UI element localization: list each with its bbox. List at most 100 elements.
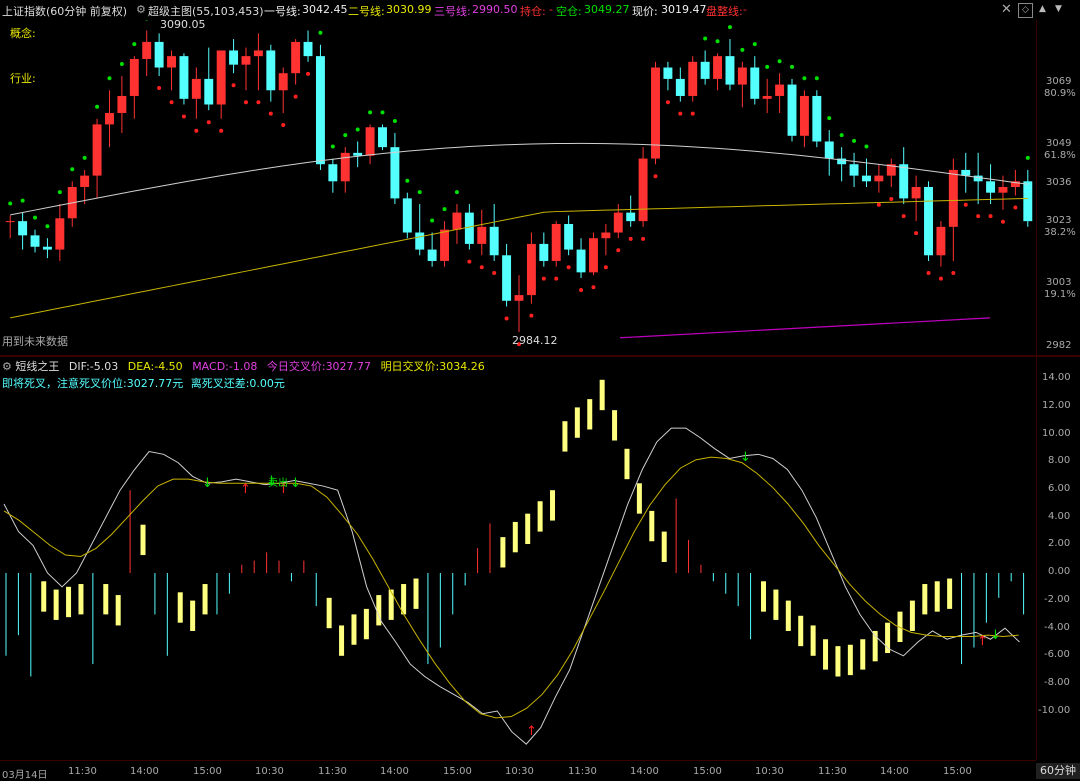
y-price-2982: 2982 bbox=[1046, 340, 1072, 351]
macd-bar bbox=[78, 584, 84, 615]
macd-bar bbox=[525, 513, 531, 545]
time-label: 11:30 bbox=[68, 766, 97, 777]
macd-bar bbox=[823, 639, 829, 670]
candle-body bbox=[1023, 181, 1033, 222]
sar-dot bbox=[554, 276, 559, 281]
macd-bar bbox=[649, 510, 655, 542]
candle-body bbox=[440, 229, 450, 261]
sar-dot bbox=[678, 111, 683, 116]
macd-bar bbox=[760, 581, 766, 612]
candlestick-chart[interactable] bbox=[0, 20, 1036, 355]
sar-dot bbox=[169, 100, 174, 105]
time-label: 15:00 bbox=[193, 766, 222, 777]
golden-cross-arrow-icon: ↑ bbox=[526, 724, 537, 739]
macd-chart[interactable]: ↓ ↑↓↑ ↓↑↓↑ ↓ bbox=[0, 357, 1036, 760]
candle-body bbox=[464, 212, 474, 244]
candle-body bbox=[390, 147, 400, 199]
sar-dot bbox=[529, 313, 534, 318]
macd-bar bbox=[41, 581, 47, 612]
sar-dot bbox=[70, 167, 75, 172]
macd-bar bbox=[339, 625, 345, 656]
y-pct-19: 19.1% bbox=[1044, 289, 1076, 300]
line1-value: 3042.45 bbox=[302, 3, 348, 16]
macd-bar bbox=[835, 646, 841, 677]
candle-body bbox=[787, 84, 797, 136]
candle-body bbox=[415, 232, 425, 250]
sar-dot bbox=[330, 144, 335, 149]
y-pct-38: 38.2% bbox=[1044, 227, 1076, 238]
candle-body bbox=[179, 56, 189, 99]
macd-y-14: 14.00 bbox=[1042, 372, 1071, 383]
time-label: 15:00 bbox=[943, 766, 972, 777]
sar-dot bbox=[20, 198, 25, 203]
candle-body bbox=[849, 164, 859, 176]
hold-label: 持仓: bbox=[520, 5, 546, 18]
macd-bar bbox=[922, 584, 928, 615]
candle-body bbox=[378, 127, 387, 148]
macd-bar bbox=[401, 584, 407, 615]
macd-y-0: 0.00 bbox=[1048, 566, 1071, 577]
sar-dot bbox=[777, 59, 782, 64]
sar-dot bbox=[616, 248, 621, 253]
macd-y-neg8: -8.00 bbox=[1044, 677, 1070, 688]
sar-dot bbox=[430, 218, 435, 223]
sar-dot bbox=[963, 202, 968, 207]
candle-body bbox=[154, 41, 164, 68]
sar-dot bbox=[206, 120, 211, 125]
macd-bar bbox=[934, 581, 940, 612]
y-price-3069: 3069 bbox=[1046, 76, 1072, 87]
settings-gear-icon[interactable]: ⚙ bbox=[136, 3, 146, 16]
time-label: 15:00 bbox=[443, 766, 472, 777]
candle-body bbox=[986, 181, 996, 193]
y-price-3036: 3036 bbox=[1046, 177, 1072, 188]
sar-dot bbox=[541, 276, 546, 281]
candle-body bbox=[924, 187, 933, 256]
sar-dot bbox=[281, 123, 286, 128]
price-value: 3019.47 bbox=[661, 3, 707, 16]
sar-dot bbox=[442, 207, 447, 212]
macd-bar bbox=[661, 531, 667, 562]
sar-dot bbox=[268, 111, 273, 116]
close-icon[interactable]: ✕ bbox=[1000, 3, 1013, 16]
macd-bar bbox=[363, 608, 369, 640]
macd-y-10: 10.00 bbox=[1042, 428, 1071, 439]
sar-dot bbox=[231, 83, 236, 88]
candle-body bbox=[526, 243, 536, 296]
sell-signal-label: 卖出 bbox=[268, 478, 288, 489]
scroll-down-icon[interactable]: ▼ bbox=[1052, 3, 1065, 16]
indicator-name[interactable]: 超级主图(55,103,453) bbox=[148, 3, 264, 19]
macd-y-neg2: -2.00 bbox=[1044, 594, 1070, 605]
death-cross-arrow-icon: ↓ bbox=[990, 628, 1001, 643]
sar-dot bbox=[827, 116, 832, 121]
sar-dot bbox=[256, 100, 261, 105]
macd-y-4: 4.00 bbox=[1048, 511, 1071, 522]
sar-dot bbox=[802, 76, 807, 81]
candle-body bbox=[266, 50, 276, 91]
macd-y-neg6: -6.00 bbox=[1044, 649, 1070, 660]
macd-bar bbox=[624, 448, 630, 480]
candle-body bbox=[874, 175, 884, 182]
y-price-3023: 3023 bbox=[1046, 215, 1072, 226]
time-label: 14:00 bbox=[380, 766, 409, 777]
sar-dot bbox=[926, 270, 931, 275]
sar-dot bbox=[938, 276, 943, 281]
sar-dot bbox=[194, 128, 199, 133]
candle-body bbox=[241, 56, 251, 65]
period-selector[interactable]: 60分钟 bbox=[1036, 763, 1080, 779]
macd-bar bbox=[326, 597, 332, 629]
candle-body bbox=[18, 221, 28, 236]
sar-dot bbox=[8, 201, 13, 206]
sar-dot bbox=[145, 20, 149, 21]
candle-body bbox=[514, 295, 524, 301]
maximize-icon[interactable]: ◇ bbox=[1018, 3, 1033, 18]
candle-body bbox=[427, 249, 437, 261]
sar-dot bbox=[740, 47, 745, 52]
candle-body bbox=[365, 127, 375, 156]
candle-body bbox=[737, 67, 747, 85]
candle-body bbox=[799, 95, 809, 136]
time-label: 14:00 bbox=[880, 766, 909, 777]
macd-y-neg10: -10.00 bbox=[1038, 705, 1071, 716]
candle-body bbox=[713, 56, 723, 79]
scroll-up-icon[interactable]: ▲ bbox=[1036, 3, 1049, 16]
sar-dot bbox=[566, 265, 571, 270]
